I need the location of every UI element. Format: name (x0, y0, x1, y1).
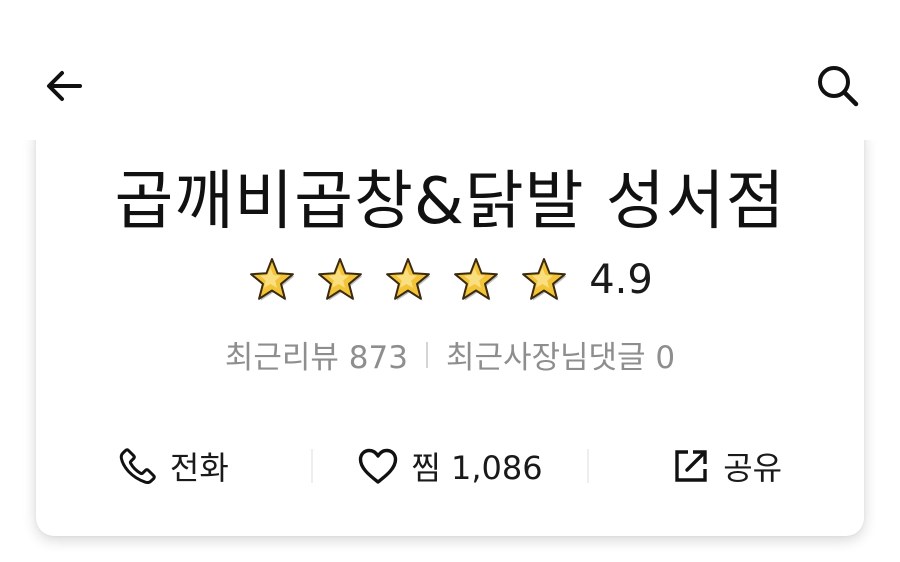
like-button[interactable]: 찜 1,086 (313, 438, 588, 494)
search-button[interactable] (808, 56, 868, 116)
review-stats: 최근리뷰 873 최근사장님댓글 0 (36, 332, 864, 377)
store-info-card: 곱깨비곱창&닭발 성서점 4.9 최근리뷰 873 최근사장님댓글 0 전화 찜… (36, 120, 864, 536)
share-label: 공유 (723, 449, 783, 487)
back-button[interactable] (34, 56, 94, 116)
arrow-left-icon (47, 71, 82, 101)
share-icon (675, 450, 707, 482)
star-icon (454, 258, 499, 301)
top-bar (0, 0, 900, 140)
recent-reviews-count[interactable]: 최근리뷰 873 (225, 332, 408, 377)
star-icon (522, 258, 567, 301)
share-button[interactable]: 공유 (589, 438, 864, 494)
phone-icon (119, 448, 156, 485)
star-icon (318, 258, 363, 301)
review-separator (425, 341, 428, 368)
star-icon (386, 258, 431, 301)
recent-owner-comments-count[interactable]: 최근사장님댓글 0 (446, 332, 675, 377)
like-label: 찜 1,086 (411, 449, 543, 487)
store-name: 곱깨비곱창&닭발 성서점 (114, 165, 786, 239)
heart-icon (359, 448, 398, 484)
call-label: 전화 (169, 449, 229, 487)
call-button[interactable]: 전화 (36, 438, 311, 494)
rating-value: 4.9 (589, 257, 653, 303)
star-icon (250, 258, 295, 301)
rating-row: 4.9 (36, 250, 864, 310)
action-bar: 전화 찜 1,086 공유 (36, 438, 864, 494)
search-icon (818, 66, 859, 107)
rating-stars (247, 255, 569, 305)
